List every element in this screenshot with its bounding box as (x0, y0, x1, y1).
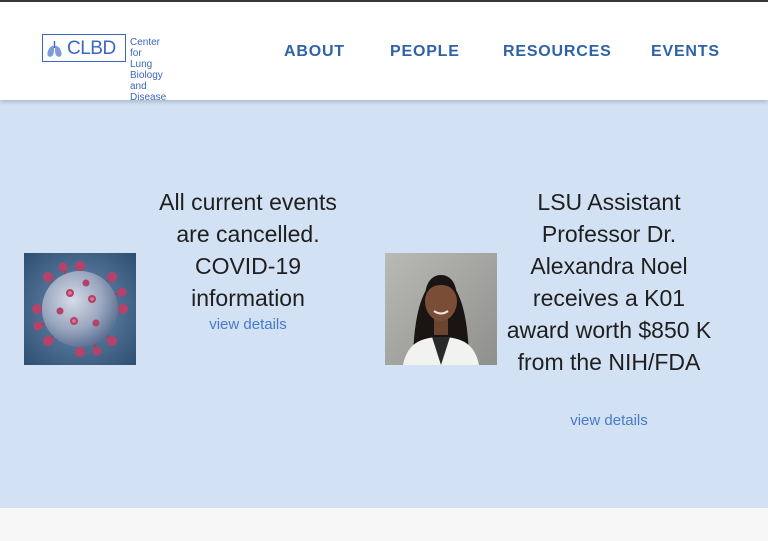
event-1-title: All current events are cancelled. COVID-… (159, 189, 337, 311)
event-2-view-details-link[interactable]: view details (504, 412, 714, 430)
events-section: All current events are cancelled. COVID-… (0, 100, 768, 508)
coronavirus-image[interactable] (24, 253, 136, 365)
portrait-image[interactable] (385, 253, 497, 365)
nav-people[interactable]: PEOPLE (390, 42, 460, 62)
nav-resources[interactable]: RESOURCES (503, 42, 612, 62)
footer-area (0, 508, 768, 541)
main-nav: ABOUT PEOPLE RESOURCES EVENTS (0, 42, 768, 64)
nav-events[interactable]: EVENTS (651, 42, 720, 62)
nav-about[interactable]: ABOUT (284, 42, 345, 62)
event-1-view-details-link[interactable]: view details (148, 316, 348, 334)
logo-name-line-2: Biology and Disease (130, 70, 167, 103)
site-header: CLBD Center for Lung Biology and Disease… (0, 2, 768, 103)
event-2-title: LSU Assistant Professor Dr. Alexandra No… (506, 189, 712, 375)
